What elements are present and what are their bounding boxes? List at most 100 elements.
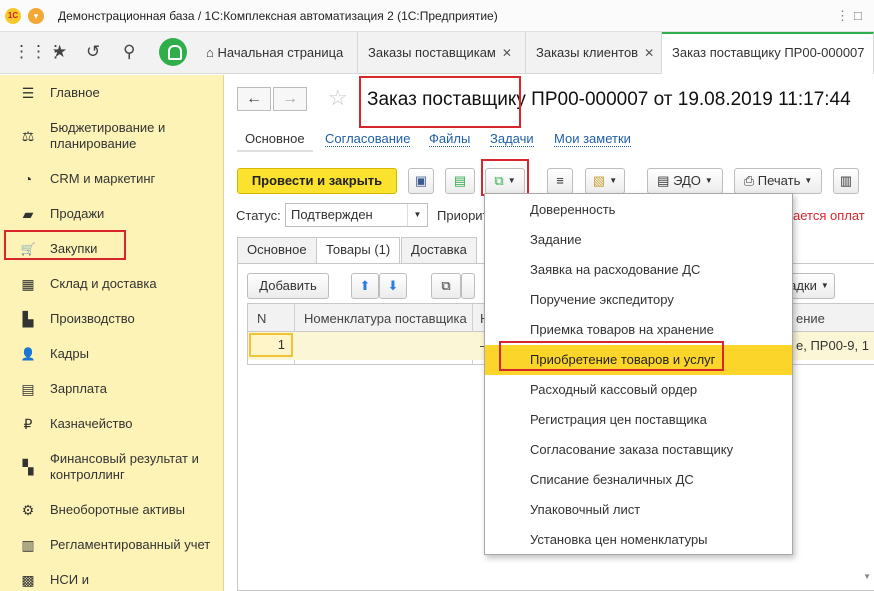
chevron-down-icon: ▼	[609, 176, 618, 185]
save-button[interactable]: ▣	[408, 168, 434, 194]
selected-item-highlight-frame	[499, 341, 724, 371]
sidebar-item-salary[interactable]: ▤ Зарплата	[0, 380, 224, 398]
tab-home[interactable]: ⌂ Начальная страница	[196, 32, 358, 74]
copy-icon: ⧉	[441, 278, 451, 293]
attach-icon: ▧	[592, 173, 606, 188]
section-main[interactable]: Основное	[237, 131, 313, 152]
row-number-cell[interactable]: 1	[249, 333, 293, 357]
post-button[interactable]: ▤	[445, 168, 475, 194]
post-and-close-button[interactable]: Провести и закрыть	[237, 168, 397, 194]
sidebar-item-main[interactable]: ☰ Главное	[0, 84, 224, 102]
column-header-supplier-nomenclature[interactable]: Номенклатура поставщика	[304, 311, 467, 326]
status-select[interactable]: Подтвержден ▼	[285, 203, 428, 227]
sidebar-item-crm[interactable]: ◔ CRM и маркетинг	[0, 170, 224, 188]
sidebar-item-sales[interactable]: ▰ Продажи	[0, 205, 224, 223]
sidebar-item-hr[interactable]: 👤 Кадры	[0, 345, 224, 363]
sidebar-item-warehouse[interactable]: ▦ Склад и доставка	[0, 275, 224, 293]
hamburger-icon: ☰	[21, 84, 35, 101]
sidebar-item-label: Бюджетирование и планирование	[50, 120, 166, 151]
menu-item-packing-list[interactable]: Упаковочный лист	[485, 495, 792, 525]
chevron-down-icon[interactable]: ▼	[407, 204, 427, 226]
section-approval[interactable]: Согласование	[325, 131, 411, 147]
section-tasks[interactable]: Задачи	[490, 131, 534, 147]
edo-label: ЭДО	[673, 173, 701, 188]
sales-icon: ▰	[22, 205, 34, 222]
treasury-icon: ₽	[23, 415, 33, 432]
menu-item-forwarder-order[interactable]: Поручение экспедитору	[485, 285, 792, 315]
sidebar-item-budgeting[interactable]: ⚖ Бюджетирование и планирование	[0, 119, 224, 153]
sections-sidebar: ☰ Главное ⚖ Бюджетирование и планировани…	[0, 75, 224, 591]
menu-item-task[interactable]: Задание	[485, 225, 792, 255]
budget-icon: ⚖	[21, 127, 35, 144]
tab-main[interactable]: Основное	[237, 237, 317, 263]
tab-goods[interactable]: Товары (1)	[316, 237, 401, 264]
sidebar-item-label: Кадры	[50, 346, 89, 361]
back-button[interactable]: ←	[237, 87, 271, 111]
tab-supplier-orders[interactable]: Заказы поставщикам ✕	[358, 32, 526, 74]
attachments-button[interactable]: ▧ ▼	[585, 168, 625, 194]
assets-icon: ⚙	[21, 501, 35, 518]
menu-item-nomenclature-prices[interactable]: Установка цен номенклатуры	[485, 525, 792, 555]
favorite-star-icon[interactable]: ☆	[328, 85, 348, 111]
sidebar-item-label: Производство	[50, 311, 135, 326]
section-files[interactable]: Файлы	[429, 131, 471, 147]
crm-icon: ◔	[23, 171, 33, 187]
menu-item-order-approval[interactable]: Согласование заказа поставщику	[485, 435, 792, 465]
edo-icon: ▤	[657, 173, 670, 188]
print-button[interactable]: ⎙ Печать ▼	[734, 168, 822, 194]
sidebar-item-regulated-accounting[interactable]: ▥ Регламентированный учет	[0, 536, 224, 554]
column-header-n[interactable]: N	[257, 311, 266, 326]
payment-status-link[interactable]: ается оплат	[793, 208, 865, 223]
tab-supplier-order-document[interactable]: Заказ поставщику ПР00-000007	[662, 32, 874, 74]
close-icon[interactable]: ✕	[644, 46, 654, 60]
purchases-highlight-frame	[4, 230, 126, 260]
move-up-button[interactable]: ⬆	[351, 273, 379, 299]
report-button[interactable]: ▥	[833, 168, 859, 194]
sidebar-item-treasury[interactable]: ₽ Казначейство	[0, 415, 224, 433]
scroll-down-icon[interactable]: ▼	[863, 572, 871, 581]
note-cell[interactable]: е, ПР00-9, 1	[796, 338, 869, 353]
fill-settings-label: адки	[789, 278, 817, 293]
column-header-note[interactable]: ение	[796, 311, 825, 326]
sidebar-item-production[interactable]: ▙ Производство	[0, 310, 224, 328]
chevron-down-icon: ▼	[804, 176, 813, 185]
main-menu-icon[interactable]: ▾	[28, 8, 44, 24]
notifications-bell-icon[interactable]	[159, 38, 187, 66]
sidebar-item-financial-result[interactable]: ▚ Финансовый результат и контроллинг	[0, 450, 224, 484]
tab-delivery[interactable]: Доставка	[401, 237, 477, 263]
finance-icon: ▚	[22, 458, 34, 475]
create-based-on-highlight-frame	[481, 159, 529, 196]
movements-button[interactable]: ≡	[547, 168, 573, 194]
sidebar-item-fixed-assets[interactable]: ⚙ Внеоборотные активы	[0, 501, 224, 519]
search-icon[interactable]: ⚲	[123, 42, 135, 62]
menu-item-supplier-prices[interactable]: Регистрация цен поставщика	[485, 405, 792, 435]
floppy-icon: ▣	[414, 173, 428, 188]
tab-customer-orders[interactable]: Заказы клиентов ✕	[526, 32, 662, 74]
copy-row-button[interactable]: ⧉	[431, 273, 461, 299]
sidebar-item-nsi[interactable]: ▩ НСИ и	[0, 571, 224, 589]
section-notes[interactable]: Мои заметки	[554, 131, 631, 147]
maximize-icon[interactable]: □	[854, 8, 862, 23]
more-row-actions-button[interactable]	[461, 273, 475, 299]
move-down-button[interactable]: ⬇	[379, 273, 407, 299]
history-icon[interactable]: ↺	[86, 42, 100, 62]
post-document-icon: ▤	[453, 173, 467, 188]
list-icon: ≡	[556, 173, 564, 188]
close-icon[interactable]: ✕	[502, 46, 512, 60]
forward-button[interactable]: →	[273, 87, 307, 111]
tab-customer-orders-label: Заказы клиентов	[536, 45, 639, 60]
menu-item-cash-expense-order[interactable]: Расходный кассовый ордер	[485, 375, 792, 405]
add-row-button[interactable]: Добавить	[247, 273, 329, 299]
menu-item-noncash-writeoff[interactable]: Списание безналичных ДС	[485, 465, 792, 495]
menu-item-payment-request[interactable]: Заявка на расходование ДС	[485, 255, 792, 285]
sidebar-item-label: Регламентированный учет	[50, 537, 211, 552]
status-value: Подтвержден	[291, 207, 373, 222]
sidebar-item-label: Финансовый результат и контроллинг	[50, 451, 199, 482]
more-icon[interactable]: ⋮	[836, 8, 849, 24]
window-title: Демонстрационная база / 1С:Комплексная а…	[58, 9, 498, 23]
menu-item-power-of-attorney[interactable]: Доверенность	[485, 195, 792, 225]
sidebar-item-label: НСИ и	[50, 572, 89, 587]
favorites-star-icon[interactable]: ★	[52, 42, 67, 62]
sidebar-item-label: Склад и доставка	[50, 276, 157, 291]
edo-button[interactable]: ▤ ЭДО ▼	[647, 168, 723, 194]
